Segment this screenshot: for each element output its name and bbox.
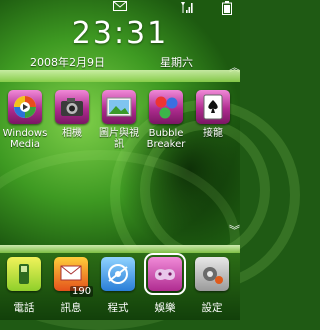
app-solitaire[interactable]: 接龍 (190, 90, 236, 139)
dock-label: 訊息 (60, 302, 82, 314)
battery-icon[interactable] (222, 1, 232, 15)
dock-label: 娛樂 (154, 302, 176, 314)
dock-settings[interactable]: 設定 (190, 257, 234, 315)
mail-icon[interactable] (113, 1, 127, 11)
programs-icon (101, 257, 135, 291)
settings-icon (195, 257, 229, 291)
weekday-text: 星期六 (160, 56, 193, 69)
unread-count-badge: 190 (70, 286, 94, 297)
app-label: 圖片與視訊 (99, 128, 139, 150)
app-label: Bubble Breaker (146, 128, 186, 150)
app-bubble-breaker[interactable]: Bubble Breaker (143, 90, 189, 150)
app-label: 接龍 (203, 128, 223, 139)
signal-icon[interactable] (180, 1, 194, 14)
bubble-breaker-icon (149, 90, 183, 124)
dock-divider (0, 245, 240, 253)
app-label: 相機 (62, 128, 82, 139)
dock-phone[interactable]: 電話 (2, 257, 46, 315)
app-pictures-videos[interactable]: 圖片與視訊 (96, 90, 142, 150)
app-label: Windows Media (2, 128, 48, 150)
phone-icon (7, 257, 41, 291)
clock-time[interactable]: 23:31 (0, 16, 240, 51)
dock-programs[interactable]: 程式 (96, 257, 140, 315)
solitaire-icon (196, 90, 230, 124)
app-row: Windows Media 相機 圖片與視訊 Bubble Breaker 接龍 (0, 90, 240, 170)
pictures-videos-icon (102, 90, 136, 124)
dock-label: 程式 (107, 302, 129, 314)
app-camera[interactable]: 相機 (49, 90, 95, 139)
today-highlight-bar (0, 70, 240, 82)
date-text[interactable]: 2008年2月9日 (30, 54, 105, 70)
dock-entertainment[interactable]: 娛樂 (143, 253, 187, 315)
dock-label: 設定 (201, 302, 223, 314)
windows-media-icon (8, 90, 42, 124)
dock-label: 電話 (13, 302, 35, 314)
entertainment-icon (144, 253, 186, 295)
app-windows-media[interactable]: Windows Media (2, 90, 48, 150)
dock: 電話 訊息 程式 娛樂 設定 (0, 253, 240, 320)
chevron-down-icon[interactable]: ︾ (229, 225, 240, 236)
camera-icon (55, 90, 89, 124)
status-bar (0, 0, 240, 15)
